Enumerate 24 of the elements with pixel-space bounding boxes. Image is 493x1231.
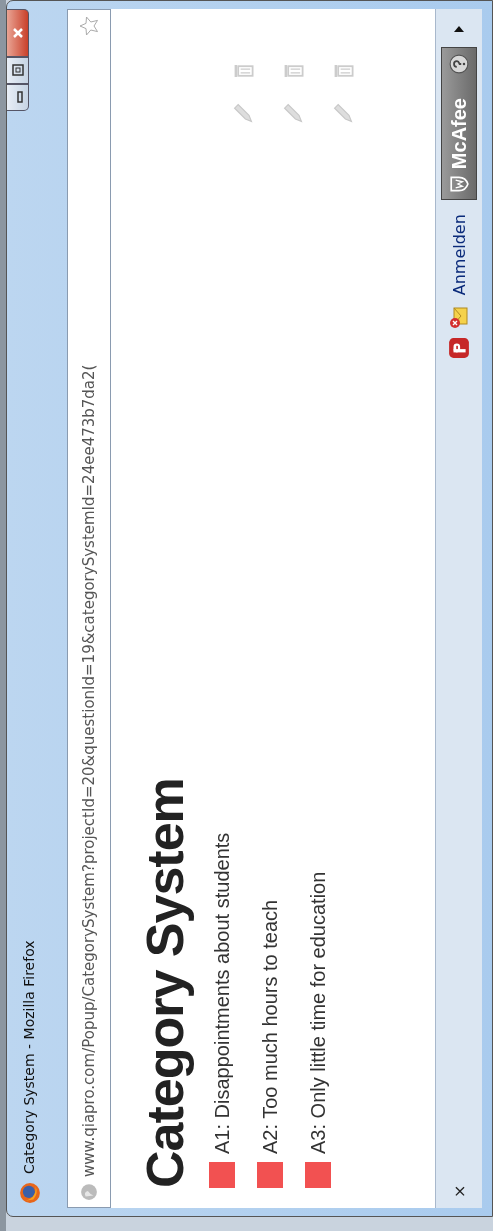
url-text: www.qiapro.com/Popup/CategorySystem?projectId=20&questionId=19&categorySystemId=24ee473b7da2( — [80, 363, 98, 1177]
shield-icon — [449, 175, 469, 194]
mail-error-icon[interactable] — [448, 307, 470, 330]
category-label: A2: Too much hours to teach — [258, 899, 282, 1154]
close-icon — [11, 27, 24, 39]
maximize-icon — [11, 64, 24, 77]
maximize-button[interactable] — [7, 57, 29, 84]
menu-arrow-icon[interactable] — [454, 25, 464, 33]
category-label: A1: Disappointments about students — [210, 832, 234, 1154]
badge-label: McAfee — [447, 98, 471, 170]
minimize-button[interactable] — [7, 84, 29, 111]
globe-logo-icon — [19, 1182, 41, 1204]
window-title: Category System - Mozilla Firefox — [21, 940, 37, 1174]
close-toolbar-button[interactable]: × — [449, 1184, 469, 1198]
category-label: A3: Only little time for education — [306, 871, 330, 1154]
globe-icon — [80, 1183, 98, 1201]
letter-p-app-icon[interactable] — [448, 337, 470, 360]
close-button[interactable] — [7, 9, 29, 57]
help-icon[interactable] — [449, 54, 469, 74]
sign-in-link[interactable]: Anmelden — [449, 214, 469, 296]
page-heading: Category System — [135, 777, 195, 1188]
star-icon[interactable] — [79, 16, 99, 36]
address-bar[interactable]: www.qiapro.com/Popup/CategorySystem?projectId=20&questionId=19&categorySystemId=24ee473b7da2( — [67, 9, 111, 1208]
security-toolbar-button[interactable]: McAfee — [441, 47, 477, 201]
